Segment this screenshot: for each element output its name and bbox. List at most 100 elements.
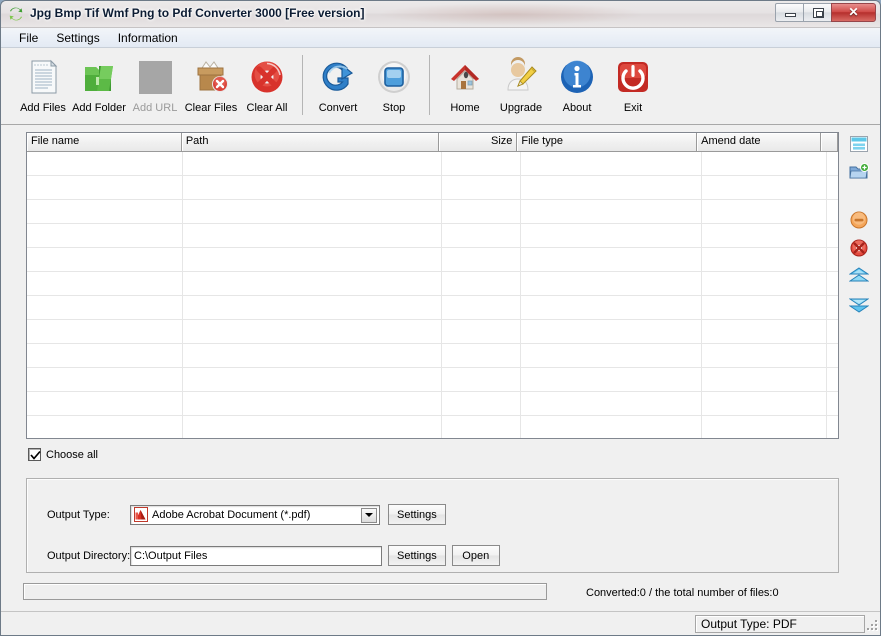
status-bar: Output Type: PDF [1,611,881,635]
grid-row-line [27,319,838,320]
recycle-convert-icon [8,6,24,22]
resize-grip[interactable] [866,619,879,632]
checkmark-icon [30,450,41,461]
grid-row-line [27,199,838,200]
red-power-icon [611,55,655,99]
stop-button[interactable]: Stop [366,51,422,121]
aero-glass-glow [381,3,641,25]
maximize-icon [813,8,824,18]
application-window: Jpg Bmp Tif Wmf Png to Pdf Converter 300… [0,0,881,636]
output-directory-input[interactable]: C:\Output Files [130,546,382,566]
add-files-button[interactable]: Add Files [15,51,71,121]
minimize-icon [785,13,796,17]
list-view-button[interactable] [848,134,870,156]
blue-info-icon [555,55,599,99]
file-list[interactable]: File name Path Size File type Amend date [26,132,839,439]
convert-label: Convert [319,102,358,114]
home-label: Home [450,102,479,114]
column-header-path[interactable]: Path [182,133,440,151]
add-folder-icon [849,163,869,184]
close-button[interactable]: ✕ [831,3,876,22]
converted-count-text: Converted:0 / the total number of files:… [586,587,779,599]
upgrade-button[interactable]: Upgrade [493,51,549,121]
blue-g-arrow-icon [316,55,360,99]
grid-row-line [27,247,838,248]
clear-all-label: Clear All [247,102,288,114]
move-down-button[interactable] [848,294,870,316]
output-type-combobox[interactable]: Adobe Acrobat Document (*.pdf) [130,505,380,525]
red-circle-x-icon [245,55,289,99]
home-button[interactable]: Home [437,51,493,121]
move-down-icon [849,295,869,316]
column-header-size[interactable]: Size [439,133,517,151]
red-roof-house-icon [443,55,487,99]
convert-button[interactable]: Convert [310,51,366,121]
add-url-label: Add URL [133,102,178,114]
box-delete-icon [189,55,233,99]
window-title: Jpg Bmp Tif Wmf Png to Pdf Converter 300… [30,6,365,20]
grid-row-line [27,223,838,224]
about-label: About [563,102,592,114]
column-header-amend-date[interactable]: Amend date [697,133,821,151]
side-add-folder-button[interactable] [848,162,870,184]
close-icon: ✕ [832,4,875,21]
upgrade-label: Upgrade [500,102,542,114]
column-header-spacer[interactable] [821,133,838,151]
person-pencil-icon [499,55,543,99]
output-type-settings-button[interactable]: Settings [388,504,446,525]
output-type-label: Output Type: [47,509,130,521]
file-list-body[interactable] [27,152,838,439]
blank-gray-icon [133,55,177,99]
column-header-file-name[interactable]: File name [27,133,182,151]
choose-all-checkbox[interactable] [28,448,41,461]
clear-all-button[interactable]: Clear All [239,51,295,121]
grid-row-line [27,391,838,392]
toolbar-separator [302,55,303,115]
grid-row-line [27,367,838,368]
output-directory-row: Output Directory: C:\Output Files Settin… [47,545,500,566]
output-directory-settings-button[interactable]: Settings [388,545,446,566]
side-toolbar [846,134,872,322]
menu-item-file[interactable]: File [10,29,47,47]
grid-row-line [27,295,838,296]
delete-all-icon [850,239,868,260]
remove-item-button[interactable] [848,210,870,232]
remove-item-icon [850,211,868,232]
green-folder-icon [77,55,121,99]
stop-square-icon [372,55,416,99]
menu-bar: File Settings Information [1,28,880,48]
output-settings-group: Output Type: Adobe Acrobat Document (*.p… [26,478,839,573]
document-page-icon [21,55,65,99]
menu-item-settings[interactable]: Settings [47,29,108,47]
add-folder-label: Add Folder [72,102,126,114]
choose-all-row[interactable]: Choose all [28,448,98,461]
output-type-row: Output Type: Adobe Acrobat Document (*.p… [47,504,446,525]
grid-row-line [27,271,838,272]
minimize-button[interactable] [775,3,804,22]
maximize-button[interactable] [803,3,832,22]
exit-label: Exit [624,102,642,114]
add-folder-button[interactable]: Add Folder [71,51,127,121]
output-directory-label: Output Directory: [47,550,130,562]
status-output-type-pane: Output Type: PDF [695,615,865,633]
output-type-value: Adobe Acrobat Document (*.pdf) [152,509,310,521]
grid-row-line [27,343,838,344]
column-header-file-type[interactable]: File type [517,133,697,151]
exit-button[interactable]: Exit [605,51,661,121]
clear-files-label: Clear Files [185,102,238,114]
title-bar: Jpg Bmp Tif Wmf Png to Pdf Converter 300… [1,1,880,28]
menu-item-information[interactable]: Information [109,29,187,47]
clear-files-button[interactable]: Clear Files [183,51,239,121]
output-directory-open-button[interactable]: Open [452,545,500,566]
add-files-label: Add Files [20,102,66,114]
choose-all-label: Choose all [46,449,98,461]
chevron-down-icon[interactable] [361,508,377,523]
delete-all-button[interactable] [848,238,870,260]
toolbar-separator-2 [429,55,430,115]
adobe-acrobat-icon [134,507,148,522]
move-up-icon [849,267,869,288]
conversion-progress-bar [23,583,547,600]
move-up-button[interactable] [848,266,870,288]
about-button[interactable]: About [549,51,605,121]
file-list-header: File name Path Size File type Amend date [27,133,838,152]
